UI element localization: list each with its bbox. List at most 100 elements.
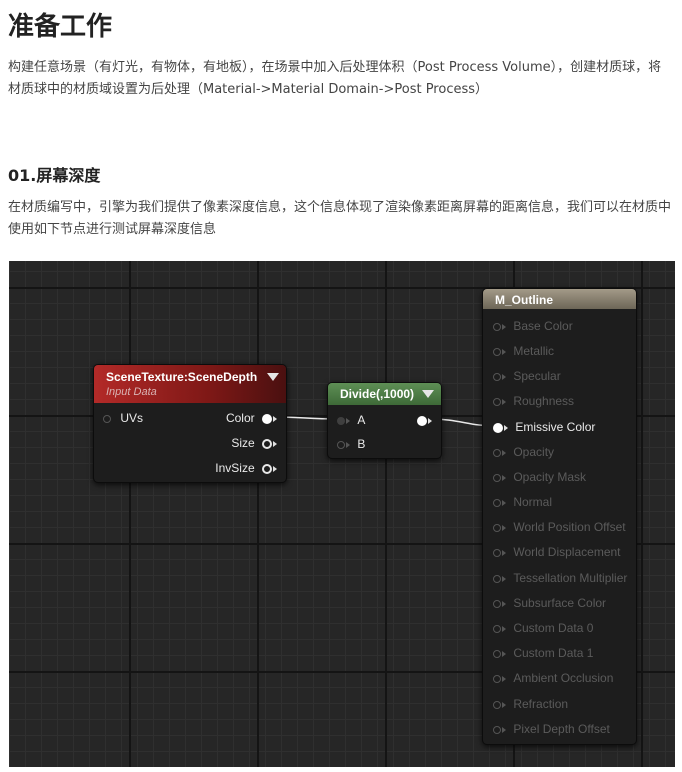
pin-label: Pixel Depth Offset	[513, 722, 610, 736]
pin-refraction[interactable]: Refraction	[493, 697, 568, 711]
pin-label: Normal	[513, 495, 553, 509]
divide-node-title: Divide(,1000)	[340, 387, 415, 401]
input-pin-icon[interactable]	[493, 473, 501, 482]
pin-label: A	[357, 413, 366, 427]
scene-texture-node-title: SceneTexture:SceneDepth	[106, 370, 258, 384]
pin-subsurface-color[interactable]: Subsurface Color	[493, 596, 606, 610]
pin-emissive-color[interactable]: Emissive Color	[493, 420, 595, 434]
pin-normal[interactable]: Normal	[493, 495, 552, 509]
pin-divide-output[interactable]	[417, 413, 432, 427]
pin-label: Size	[231, 436, 255, 450]
input-pin-icon[interactable]	[493, 322, 501, 331]
pin-arrow-icon	[502, 474, 506, 481]
divide-node[interactable]: Divide(,1000) A B	[327, 382, 442, 459]
intro-paragraph: 构建任意场景（有灯光，有物体，有地板），在场景中加入后处理体积（Post Pro…	[8, 60, 662, 97]
pin-arrow-icon	[502, 524, 506, 531]
scene-texture-node-subtitle: Input Data	[106, 386, 157, 398]
pin-label: Opacity Mask	[513, 470, 587, 484]
pin-arrow-icon	[502, 726, 506, 733]
input-pin-connected-icon[interactable]	[337, 416, 345, 425]
input-pin-icon[interactable]	[493, 347, 501, 356]
input-pin-icon[interactable]	[493, 523, 501, 532]
scene-texture-node-header[interactable]: SceneTexture:SceneDepth Input Data	[94, 365, 286, 403]
pin-label: Color	[225, 411, 255, 425]
pin-arrow-icon	[273, 440, 277, 447]
pin-world-position-offset[interactable]: World Position Offset	[493, 520, 626, 534]
pin-arrow-icon	[502, 323, 506, 330]
pin-opacity-mask[interactable]: Opacity Mask	[493, 470, 586, 484]
input-pin-icon[interactable]	[103, 414, 111, 423]
pin-label: Ambient Occlusion	[513, 671, 614, 685]
pin-label: Base Color	[513, 319, 573, 333]
pin-label: Tessellation Multiplier	[513, 571, 628, 585]
pin-custom-data-0[interactable]: Custom Data 0	[493, 621, 593, 635]
input-pin-connected-icon[interactable]	[493, 422, 503, 433]
pin-tessellation-multiplier[interactable]: Tessellation Multiplier	[493, 571, 627, 585]
scene-texture-node[interactable]: SceneTexture:SceneDepth Input Data UVs C…	[93, 364, 287, 483]
pin-a[interactable]: A	[337, 413, 365, 427]
pin-label: Roughness	[513, 394, 575, 408]
input-pin-icon[interactable]	[493, 548, 501, 557]
material-graph-screenshot: SceneTexture:SceneDepth Input Data UVs C…	[9, 261, 675, 767]
pin-arrow-icon	[502, 373, 506, 380]
input-pin-icon[interactable]	[493, 674, 501, 683]
pin-label: Opacity	[513, 445, 555, 459]
input-pin-icon[interactable]	[493, 448, 501, 457]
pin-arrow-icon	[502, 701, 506, 708]
collapse-arrow-icon[interactable]	[267, 373, 279, 381]
pin-uvs[interactable]: UVs	[103, 411, 143, 425]
output-pin-icon[interactable]	[262, 438, 272, 449]
pin-arrow-icon	[502, 398, 506, 405]
pin-label: Subsurface Color	[513, 596, 607, 610]
pin-specular[interactable]: Specular	[493, 369, 561, 383]
output-pin-connected-icon[interactable]	[262, 413, 272, 424]
pin-metallic[interactable]: Metallic	[493, 344, 554, 358]
article-title: 准备工作	[8, 12, 113, 42]
material-node-title: M_Outline	[495, 293, 554, 307]
pin-arrow-icon	[502, 675, 506, 682]
pin-label: World Displacement	[513, 545, 621, 559]
pin-pixel-depth-offset[interactable]: Pixel Depth Offset	[493, 722, 610, 736]
output-pin-connected-icon[interactable]	[417, 415, 427, 426]
divide-node-header[interactable]: Divide(,1000)	[328, 383, 441, 405]
pin-arrow-icon	[346, 417, 350, 424]
input-pin-icon[interactable]	[493, 372, 501, 381]
pin-arrow-icon	[502, 348, 506, 355]
material-node-header[interactable]: M_Outline	[483, 289, 636, 309]
pin-b[interactable]: B	[337, 437, 365, 451]
input-pin-icon[interactable]	[493, 498, 501, 507]
pin-label: Custom Data 0	[513, 621, 594, 635]
pin-arrow-icon	[502, 625, 506, 632]
pin-world-displacement[interactable]: World Displacement	[493, 545, 621, 559]
pin-label: Custom Data 1	[513, 646, 594, 660]
pin-size[interactable]: Size	[231, 436, 277, 450]
pin-base-color[interactable]: Base Color	[493, 319, 573, 333]
input-pin-icon[interactable]	[493, 574, 501, 583]
input-pin-icon[interactable]	[493, 624, 501, 633]
section-heading: 01.屏幕深度	[8, 166, 101, 185]
pin-custom-data-1[interactable]: Custom Data 1	[493, 646, 593, 660]
pin-arrow-icon	[502, 549, 506, 556]
pin-invsize[interactable]: InvSize	[215, 461, 277, 475]
pin-color[interactable]: Color	[226, 411, 277, 425]
pin-label: Refraction	[513, 697, 569, 711]
input-pin-icon[interactable]	[493, 700, 501, 709]
input-pin-icon[interactable]	[493, 397, 501, 406]
pin-arrow-icon	[504, 424, 508, 431]
pin-roughness[interactable]: Roughness	[493, 394, 574, 408]
pin-label: UVs	[120, 411, 144, 425]
input-pin-icon[interactable]	[493, 599, 501, 608]
input-pin-icon[interactable]	[493, 725, 501, 734]
collapse-arrow-icon[interactable]	[422, 390, 434, 398]
pin-arrow-icon	[273, 465, 277, 472]
pin-ambient-occlusion[interactable]: Ambient Occlusion	[493, 671, 613, 685]
pin-label: B	[357, 437, 366, 451]
input-pin-icon[interactable]	[493, 649, 501, 658]
input-pin-icon[interactable]	[337, 440, 345, 449]
section-paragraph: 在材质编写中，引擎为我们提供了像素深度信息，这个信息体现了渲染像素距离屏幕的距离…	[8, 200, 672, 237]
pin-opacity[interactable]: Opacity	[493, 445, 554, 459]
pin-label: Metallic	[513, 344, 555, 358]
output-pin-icon[interactable]	[262, 463, 272, 474]
material-output-node[interactable]: M_Outline Base Color Metallic Specular R…	[482, 288, 637, 745]
pin-arrow-icon	[502, 575, 506, 582]
